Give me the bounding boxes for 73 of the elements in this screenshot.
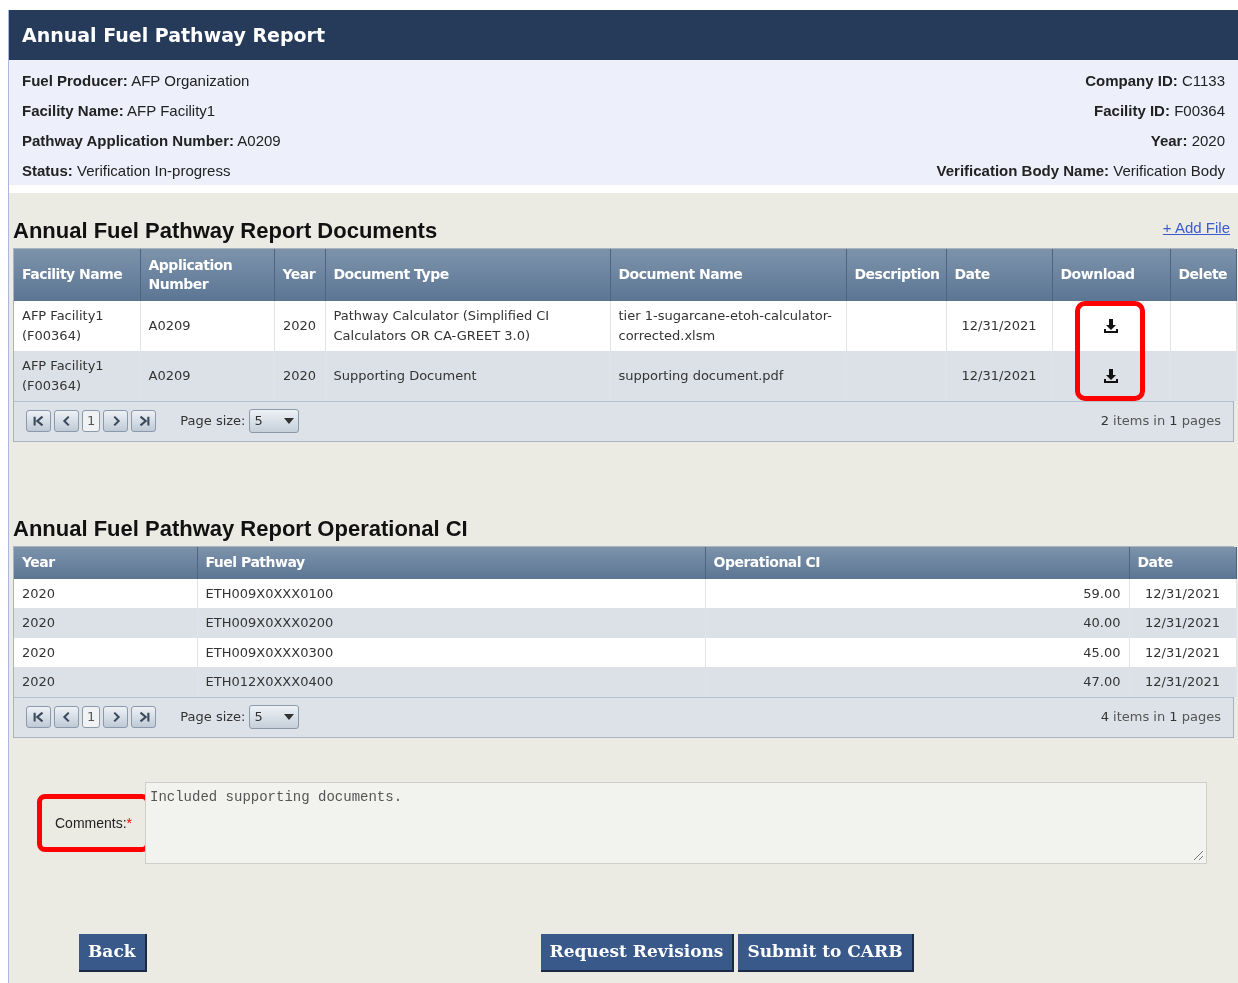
page-size-label: Page size: [180,412,246,431]
table-cell: ETH009X0XXX0200 [197,608,705,638]
section-heading: Annual Fuel Pathway Report Documents [13,219,438,245]
info-field: Pathway Application Number: A0209 [22,132,281,150]
table-cell: 12/31/2021 [946,300,1052,351]
comments-field[interactable]: Included supporting documents. [145,781,1207,864]
table-cell: 40.00 [705,608,1129,638]
table-cell: 47.00 [705,667,1129,697]
last-page-button[interactable] [131,410,157,432]
table-cell: AFP Facility1 (F00364) [14,350,140,401]
table-cell: 2020 [14,667,197,697]
table-cell: ETH012X0XXX0400 [197,667,705,697]
download-icon[interactable] [1103,317,1119,334]
info-field: Verification Body Name: Verification Body [936,162,1225,180]
column-header: Application Number [140,248,274,301]
table-cell: A0209 [140,300,274,351]
table-cell: tier 1-sugarcane-etoh-calculator-corrected.xlsm [610,300,846,351]
column-header: Document Name [610,248,846,301]
resize-handle-icon[interactable] [1192,848,1204,861]
submit-button[interactable]: Submit to CARB [738,933,914,972]
column-header: Delete [1170,248,1236,301]
table-cell: Supporting Document [325,350,610,401]
table-cell: 2020 [274,300,325,351]
column-header: Operational CI [705,546,1129,579]
first-page-button[interactable] [26,706,51,728]
section-heading: Annual Fuel Pathway Report Operational CI [12,517,469,543]
page-number[interactable]: 1 [82,410,101,432]
items-count-text: 4 items in 1 pages [1100,708,1221,727]
back-button[interactable]: Back [79,933,147,972]
column-header: Fuel Pathway [197,546,705,579]
page-number[interactable]: 1 [82,706,101,728]
info-field: Status: Verification In-progress [22,162,281,180]
column-header: Date [946,248,1052,301]
first-page-button[interactable] [26,410,51,432]
info-field: Fuel Producer: AFP Organization [22,72,281,90]
request-revisions-button[interactable]: Request Revisions [540,933,735,972]
table-cell: 2020 [14,608,197,638]
table-cell: AFP Facility1 (F00364) [14,300,140,351]
info-field: Facility ID: F00364 [936,102,1225,120]
table-cell: 12/31/2021 [1129,667,1236,697]
last-page-button[interactable] [131,706,157,728]
table-cell: Pathway Calculator (Simplified CI Calculators OR CA-GREET 3.0) [325,300,610,351]
page-size-label: Page size: [180,708,246,727]
table-cell: 2020 [274,350,325,401]
download-icon[interactable] [1103,367,1119,384]
previous-page-button[interactable] [54,706,79,728]
info-field: Facility Name: AFP Facility1 [22,102,281,120]
page-size-dropdown[interactable]: 5 [249,409,300,433]
table-cell: 12/31/2021 [1129,608,1236,638]
column-header: Description [846,248,946,301]
caret-icon [284,418,295,424]
info-field: Year: 2020 [936,132,1225,150]
caret-icon [284,714,295,720]
add-file-link[interactable]: + Add File [1162,217,1234,248]
column-header: Facility Name [14,248,140,301]
next-page-button[interactable] [103,706,129,728]
column-header: Year [14,546,197,579]
column-header: Year [274,248,325,301]
first-arrow-icon [31,414,46,428]
table-cell: 12/31/2021 [946,350,1052,401]
comments-label: Comments:* [55,814,133,831]
column-header: Document Type [325,248,610,301]
previous-page-button[interactable] [54,410,79,432]
column-header: Download [1052,248,1170,301]
column-header: Date [1129,546,1236,579]
page-header: Annual Fuel Pathway Report [9,10,1238,60]
page-size-dropdown[interactable]: 5 [249,705,300,729]
first-arrow-icon [31,710,46,724]
table-cell: A0209 [140,350,274,401]
next-page-button[interactable] [103,410,129,432]
info-field: Company ID: C1133 [936,72,1225,90]
table-cell: supporting document.pdf [610,350,846,401]
items-count-text: 2 items in 1 pages [1100,412,1221,431]
